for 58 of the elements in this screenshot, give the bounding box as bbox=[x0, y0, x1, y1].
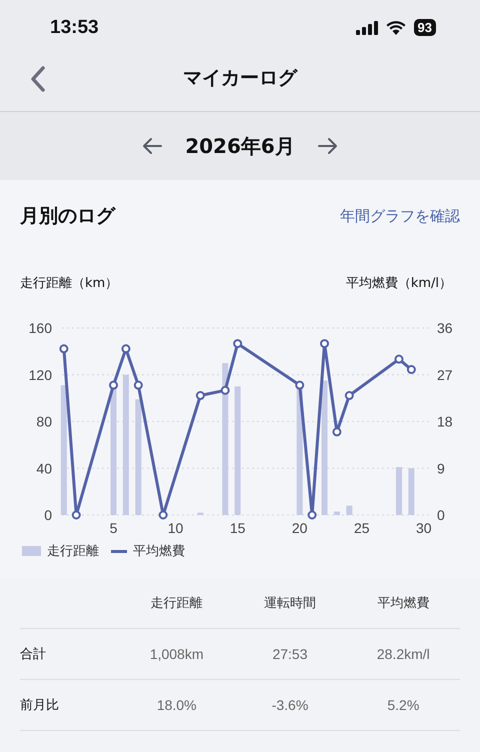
y-axis-tick: 9 bbox=[437, 460, 445, 476]
point bbox=[308, 510, 317, 520]
x-axis-tick: 10 bbox=[168, 520, 184, 536]
yearly-graph-link[interactable]: 年間グラフを確認 bbox=[340, 206, 460, 226]
column-header: 運転時間 bbox=[262, 595, 317, 612]
battery-indicator: 93 bbox=[414, 19, 436, 36]
y-axis-tick: 18 bbox=[437, 414, 453, 430]
point bbox=[220, 386, 230, 395]
y-axis-tick: 80 bbox=[36, 414, 52, 430]
table-cell-text: 1,008km bbox=[148, 646, 205, 662]
point bbox=[196, 391, 205, 400]
y-axis-tick: 160 bbox=[28, 320, 52, 336]
y-axis-tick: 27 bbox=[437, 366, 453, 383]
point bbox=[109, 380, 118, 390]
status-time: 13:53 bbox=[50, 16, 99, 38]
point bbox=[406, 365, 416, 374]
x-axis-tick: 20 bbox=[292, 520, 308, 536]
x-axis-tick: 30 bbox=[416, 520, 432, 536]
screen-title: マイカーログ bbox=[183, 66, 297, 91]
legend-label: 平均燃費 bbox=[133, 543, 185, 560]
x-axis-tick: 25 bbox=[354, 520, 370, 536]
y-axis-tick: 40 bbox=[36, 460, 52, 476]
point bbox=[59, 344, 68, 354]
row-label: 合計 bbox=[20, 646, 47, 663]
row-label: 前月比 bbox=[20, 697, 60, 714]
point bbox=[72, 510, 81, 520]
point bbox=[233, 339, 242, 348]
wifi-icon bbox=[386, 20, 406, 35]
y-axis-tick: 36 bbox=[437, 320, 453, 336]
table-cell-text: 27:53 bbox=[271, 646, 309, 662]
y-axis-tick: 0 bbox=[437, 507, 445, 523]
back-icon[interactable] bbox=[30, 65, 46, 93]
legend-label: 走行距離 bbox=[47, 543, 99, 560]
x-axis-tick: 15 bbox=[230, 520, 246, 536]
column-header: 平均燃費 bbox=[376, 595, 430, 612]
right-axis-label: 平均燃費（km/l） bbox=[346, 275, 452, 292]
point bbox=[332, 427, 342, 436]
y-axis-tick: 120 bbox=[28, 366, 52, 383]
point bbox=[344, 391, 354, 400]
table-cell-text: 28.2km/l bbox=[376, 646, 431, 662]
table-cell-text: -3.6% bbox=[270, 697, 310, 713]
left-axis-label: 走行距離（km） bbox=[20, 275, 118, 292]
point bbox=[394, 354, 404, 364]
x-axis-tick: 5 bbox=[110, 520, 118, 536]
section-title: 月別のログ bbox=[20, 204, 115, 229]
signal-icon bbox=[356, 20, 378, 34]
column-header: 走行距離 bbox=[150, 595, 204, 612]
next-arrow-icon[interactable] bbox=[316, 137, 339, 155]
point bbox=[320, 339, 330, 348]
table-cell-text: 18.0% bbox=[156, 697, 198, 713]
point bbox=[295, 380, 304, 390]
previous-arrow-icon[interactable] bbox=[141, 137, 164, 155]
table-cell-text: 5.2% bbox=[386, 697, 420, 713]
point bbox=[121, 344, 130, 354]
point bbox=[158, 510, 168, 520]
point bbox=[134, 380, 143, 390]
y-axis-tick: 0 bbox=[44, 507, 52, 523]
month-label: 2026年6月 bbox=[185, 132, 295, 160]
